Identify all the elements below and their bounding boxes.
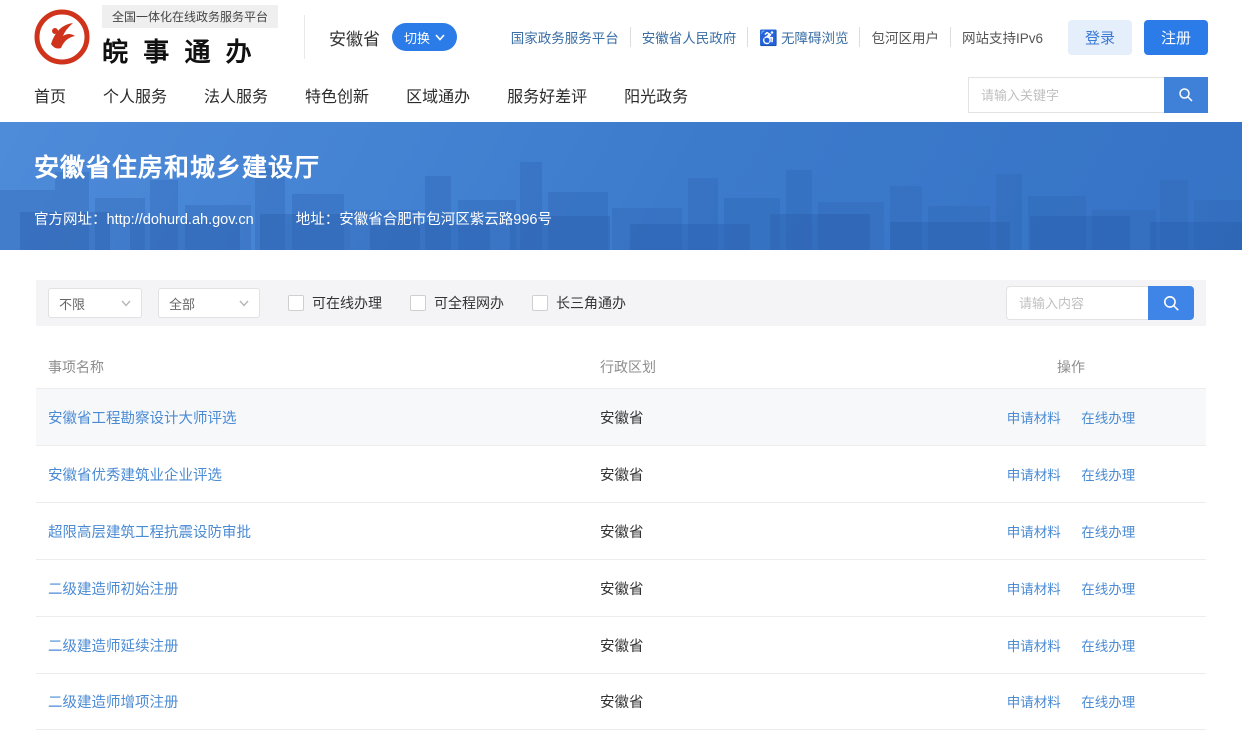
handle-online-link[interactable]: 在线办理	[1081, 582, 1135, 597]
nav-search-input[interactable]	[968, 77, 1164, 113]
nav-search	[968, 77, 1208, 113]
table-row: 二级建造师延续注册 安徽省 申请材料 在线办理	[36, 616, 1206, 673]
table-row: 安徽省优秀建筑业企业评选 安徽省 申请材料 在线办理	[36, 445, 1206, 502]
filter-search	[1006, 286, 1194, 320]
link-national-platform[interactable]: 国家政务服务平台	[500, 27, 630, 47]
apply-materials-link[interactable]: 申请材料	[1007, 695, 1061, 710]
nav-search-button[interactable]	[1164, 77, 1208, 113]
department-banner: 安徽省住房和城乡建设厅 官方网址：http://dohurd.ah.gov.cn…	[0, 122, 1242, 250]
nav-item-innovation[interactable]: 特色创新	[305, 83, 369, 107]
table-row: 二级建造师增项注册 安徽省 申请材料 在线办理	[36, 673, 1206, 730]
type-select-value: 全部	[169, 294, 195, 313]
service-region: 安徽省	[600, 411, 644, 427]
region-selector: 安徽省 切换	[304, 15, 457, 59]
table-row: 超限高层建筑工程抗震设防审批 安徽省 申请材料 在线办理	[36, 502, 1206, 559]
nav-item-rating[interactable]: 服务好差评	[507, 83, 587, 107]
top-header: 全国一体化在线政务服务平台 皖 事 通 办 安徽省 切换 国家政务服务平台 安徽…	[0, 0, 1242, 74]
anhui-logo-icon	[34, 9, 90, 65]
handle-online-link[interactable]: 在线办理	[1081, 639, 1135, 654]
link-provincial-gov[interactable]: 安徽省人民政府	[630, 27, 748, 47]
login-button[interactable]: 登录	[1068, 20, 1132, 55]
filter-search-button[interactable]	[1148, 286, 1194, 320]
service-name-link[interactable]: 超限高层建筑工程抗震设防审批	[48, 525, 251, 541]
scope-select[interactable]: 不限	[48, 288, 142, 318]
scope-select-value: 不限	[59, 294, 85, 313]
department-address: 地址：安徽省合肥市包河区紫云路996号	[296, 208, 552, 229]
department-title: 安徽省住房和城乡建设厅	[34, 122, 1208, 184]
checkbox-label: 可在线办理	[312, 293, 382, 313]
apply-materials-link[interactable]: 申请材料	[1007, 639, 1061, 654]
service-name-link[interactable]: 安徽省工程勘察设计大师评选	[48, 411, 237, 427]
accessibility-label: 无障碍浏览	[781, 31, 849, 46]
checkbox-icon	[532, 295, 548, 311]
type-select[interactable]: 全部	[158, 288, 260, 318]
nav-item-corporate[interactable]: 法人服务	[204, 83, 268, 107]
site-logo: 全国一体化在线政务服务平台 皖 事 通 办	[34, 5, 278, 69]
table-header-row: 事项名称 行政区划 操作	[36, 346, 1206, 388]
chevron-down-icon	[239, 300, 249, 307]
search-icon	[1177, 86, 1195, 104]
checkbox-fully-online[interactable]: 可全程网办	[410, 293, 504, 313]
service-name-link[interactable]: 二级建造师延续注册	[48, 639, 179, 655]
service-name-link[interactable]: 二级建造师增项注册	[48, 695, 179, 711]
link-accessibility[interactable]: ♿无障碍浏览	[747, 27, 859, 47]
header-links: 国家政务服务平台 安徽省人民政府 ♿无障碍浏览 包河区用户 网站支持IPv6 登…	[500, 20, 1208, 55]
nav-item-transparency[interactable]: 阳光政务	[624, 83, 688, 107]
site-title: 皖 事 通 办	[102, 32, 278, 69]
chevron-down-icon	[435, 34, 445, 41]
services-table: 事项名称 行政区划 操作 安徽省工程勘察设计大师评选 安徽省 申请材料 在线办理…	[36, 346, 1206, 730]
register-button[interactable]: 注册	[1144, 20, 1208, 55]
service-region: 安徽省	[600, 468, 644, 484]
link-district-user[interactable]: 包河区用户	[859, 27, 950, 47]
handle-online-link[interactable]: 在线办理	[1081, 525, 1135, 540]
switch-label: 切换	[404, 28, 430, 47]
table-body: 安徽省工程勘察设计大师评选 安徽省 申请材料 在线办理 安徽省优秀建筑业企业评选…	[36, 388, 1206, 730]
department-website: 官方网址：http://dohurd.ah.gov.cn	[34, 208, 254, 229]
nav-items: 首页 个人服务 法人服务 特色创新 区域通办 服务好差评 阳光政务	[34, 83, 688, 107]
service-region: 安徽省	[600, 582, 644, 598]
col-header-actions: 操作	[936, 357, 1206, 377]
checkbox-online-available[interactable]: 可在线办理	[288, 293, 382, 313]
current-region-label: 安徽省	[329, 25, 380, 50]
checkbox-label: 长三角通办	[556, 293, 626, 313]
checkbox-icon	[288, 295, 304, 311]
apply-materials-link[interactable]: 申请材料	[1007, 411, 1061, 426]
service-region: 安徽省	[600, 525, 644, 541]
apply-materials-link[interactable]: 申请材料	[1007, 525, 1061, 540]
service-region: 安徽省	[600, 639, 644, 655]
col-header-region: 行政区划	[596, 357, 936, 377]
apply-materials-link[interactable]: 申请材料	[1007, 582, 1061, 597]
handle-online-link[interactable]: 在线办理	[1081, 468, 1135, 483]
apply-materials-link[interactable]: 申请材料	[1007, 468, 1061, 483]
checkbox-icon	[410, 295, 426, 311]
table-row: 二级建造师初始注册 安徽省 申请材料 在线办理	[36, 559, 1206, 616]
handle-online-link[interactable]: 在线办理	[1081, 411, 1135, 426]
nav-item-regional[interactable]: 区域通办	[406, 83, 470, 107]
chevron-down-icon	[121, 300, 131, 307]
service-name-link[interactable]: 二级建造师初始注册	[48, 582, 179, 598]
nav-item-home[interactable]: 首页	[34, 83, 66, 107]
accessibility-icon: ♿	[759, 30, 778, 47]
region-switch-button[interactable]: 切换	[392, 23, 457, 51]
nav-item-personal[interactable]: 个人服务	[103, 83, 167, 107]
service-region: 安徽省	[600, 695, 644, 711]
table-row: 安徽省工程勘察设计大师评选 安徽省 申请材料 在线办理	[36, 388, 1206, 445]
service-name-link[interactable]: 安徽省优秀建筑业企业评选	[48, 468, 222, 484]
filter-search-input[interactable]	[1006, 286, 1148, 320]
link-ipv6: 网站支持IPv6	[950, 27, 1054, 47]
col-header-item-name: 事项名称	[36, 357, 596, 377]
filter-bar: 不限 全部 可在线办理 可全程网办 长三角通办	[36, 280, 1206, 326]
handle-online-link[interactable]: 在线办理	[1081, 695, 1135, 710]
platform-badge: 全国一体化在线政务服务平台	[102, 5, 278, 28]
search-icon	[1162, 294, 1181, 313]
checkbox-label: 可全程网办	[434, 293, 504, 313]
main-nav: 首页 个人服务 法人服务 特色创新 区域通办 服务好差评 阳光政务	[0, 74, 1242, 122]
checkbox-yangtze-delta[interactable]: 长三角通办	[532, 293, 626, 313]
